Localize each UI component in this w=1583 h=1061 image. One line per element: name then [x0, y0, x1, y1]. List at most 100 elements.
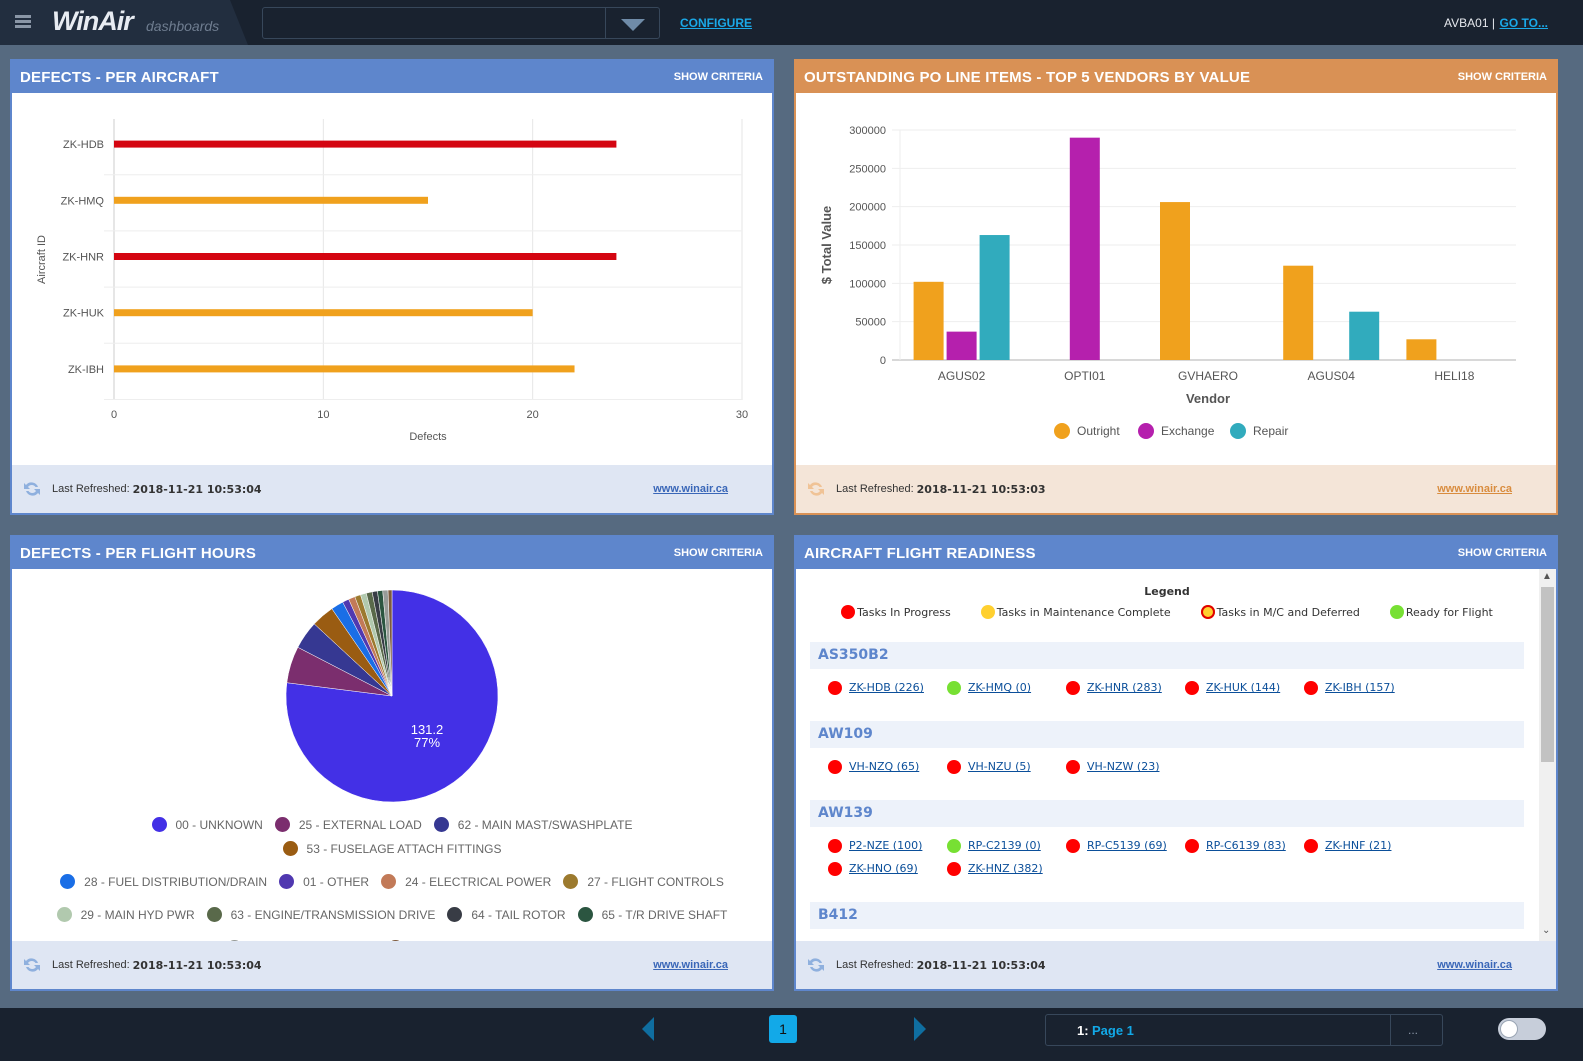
x-axis-label: Defects	[409, 431, 447, 443]
aircraft-link[interactable]: RP-C5139 (69)	[1087, 839, 1167, 852]
winair-link[interactable]: www.winair.ca	[653, 483, 728, 495]
bar-outright	[1160, 202, 1190, 360]
prev-page-icon[interactable]	[642, 1017, 654, 1041]
show-criteria-button[interactable]: SHOW CRITERIA	[674, 547, 763, 559]
legend-marker	[447, 907, 463, 922]
refresh-icon[interactable]	[806, 479, 826, 499]
panel-body: Legend Tasks In Progress Tasks in Mainten…	[796, 569, 1556, 941]
panel-title: AIRCRAFT FLIGHT READINESS	[804, 544, 1036, 562]
aircraft-link[interactable]: ZK-HDB (226)	[849, 681, 924, 694]
refresh-icon[interactable]	[806, 955, 826, 975]
legend-label: Exchange	[1161, 424, 1215, 438]
aircraft-item: VH-NZW (23)	[1066, 755, 1185, 778]
aircraft-link[interactable]: RP-C6139 (83)	[1206, 839, 1286, 852]
vertical-scrollbar[interactable]: ▲ ⌄	[1539, 569, 1556, 941]
legend-label: 63 - ENGINE/TRANSMISSION DRIVE	[230, 907, 436, 922]
pie-percent-label: 77%	[414, 735, 440, 750]
aircraft-item: ZK-HMQ (0)	[947, 676, 1066, 699]
aircraft-link[interactable]: ZK-HNZ (382)	[968, 862, 1043, 875]
last-refreshed-time: 2018-11-21 10:53:04	[916, 958, 1046, 972]
refresh-icon[interactable]	[22, 479, 42, 499]
page-select[interactable]: 1: Page 1 ...	[1045, 1014, 1443, 1046]
select-divider	[605, 8, 606, 38]
x-tick-label: GVHAERO	[1178, 369, 1238, 383]
legend-marker	[1054, 423, 1070, 439]
aircraft-link[interactable]: ZK-HMQ (0)	[968, 681, 1031, 694]
toggle-switch[interactable]	[1498, 1018, 1546, 1040]
legend-item: Tasks In Progress	[841, 605, 951, 619]
aircraft-link[interactable]: P2-NZE (100)	[849, 839, 922, 852]
legend-item[interactable]: 62 - MAIN MAST/SWASHPLATE	[433, 817, 633, 832]
legend-label: 00 - UNKNOWN	[175, 817, 263, 832]
legend-item[interactable]: 28 - FUEL DISTRIBUTION/DRAIN	[60, 874, 267, 889]
winair-link[interactable]: www.winair.ca	[1437, 959, 1512, 971]
last-refreshed-time: 2018-11-21 10:53:04	[132, 482, 262, 496]
aircraft-link[interactable]: ZK-HUK (144)	[1206, 681, 1280, 694]
status-dot-icon	[1200, 605, 1215, 619]
legend-marker	[56, 907, 72, 922]
legend-item[interactable]: 64 - TAIL ROTOR	[447, 907, 566, 922]
aircraft-link[interactable]: VH-NZQ (65)	[849, 760, 919, 773]
bar-exchange	[946, 331, 977, 360]
legend-item[interactable]: 29 - MAIN HYD PWR	[56, 907, 195, 922]
scrollbar-thumb[interactable]	[1541, 587, 1554, 762]
legend-item: Ready for Flight	[1389, 605, 1493, 619]
configure-link[interactable]: CONFIGURE	[680, 16, 752, 30]
aircraft-link[interactable]: RP-C2139 (0)	[968, 839, 1041, 852]
legend-marker	[274, 817, 290, 832]
legend-item[interactable]: 53 - FUSELAGE ATTACH FITTINGS	[282, 841, 501, 856]
toggle-knob[interactable]	[1500, 1020, 1518, 1038]
status-dot-icon	[1066, 680, 1080, 695]
status-dot-icon	[828, 861, 842, 876]
readiness-scroll-area[interactable]: Legend Tasks In Progress Tasks in Mainten…	[796, 569, 1556, 941]
winair-link[interactable]: www.winair.ca	[1437, 483, 1512, 495]
legend-item[interactable]: 00 - UNKNOWN	[151, 817, 263, 832]
legend-item[interactable]: 27 - FLIGHT CONTROLS	[563, 874, 724, 889]
status-dot-icon	[1304, 838, 1318, 853]
aircraft-link[interactable]: ZK-HNF (21)	[1325, 839, 1391, 852]
chevron-down-icon[interactable]	[621, 19, 645, 31]
scroll-down-icon[interactable]: ⌄	[1542, 925, 1550, 936]
y-tick-label: 0	[880, 355, 886, 367]
legend-item[interactable]: 63 - ENGINE/TRANSMISSION DRIVE	[206, 907, 436, 922]
legend-label: 62 - MAIN MAST/SWASHPLATE	[457, 817, 633, 832]
aircraft-item: P2-NZE (100)	[828, 834, 947, 857]
x-tick-label: AGUS02	[938, 369, 986, 383]
aircraft-item: VH-NZU (5)	[947, 755, 1066, 778]
page-button[interactable]: 1	[769, 1015, 797, 1043]
refresh-icon[interactable]	[22, 955, 42, 975]
aircraft-link[interactable]: ZK-HNO (69)	[849, 862, 918, 875]
winair-link[interactable]: www.winair.ca	[653, 959, 728, 971]
panel-header: DEFECTS - PER FLIGHT HOURS SHOW CRITERIA	[12, 537, 772, 569]
y-tick-label: 100000	[849, 278, 886, 290]
legend-label: Ready for Flight	[1405, 605, 1493, 619]
status-dot-icon	[1185, 680, 1199, 695]
logo-subtitle: dashboards	[146, 18, 220, 34]
dashboard-select[interactable]	[262, 7, 660, 39]
readiness-content: Legend Tasks In Progress Tasks in Mainten…	[810, 569, 1524, 941]
legend-item[interactable]: 25 - EXTERNAL LOAD	[274, 817, 422, 832]
scroll-up-icon[interactable]: ▲	[1542, 571, 1552, 582]
goto-link[interactable]: GO TO...	[1500, 16, 1548, 30]
legend-item[interactable]: 65 - T/R DRIVE SHAFT	[577, 907, 727, 922]
aircraft-item: RP-C2139 (0)	[947, 834, 1066, 857]
next-page-icon[interactable]	[914, 1017, 926, 1041]
show-criteria-button[interactable]: SHOW CRITERIA	[1458, 547, 1547, 559]
aircraft-link[interactable]: ZK-HNR (283)	[1087, 681, 1162, 694]
menu-icon[interactable]	[15, 15, 31, 29]
show-criteria-button[interactable]: SHOW CRITERIA	[1458, 71, 1547, 83]
legend-item[interactable]: 01 - OTHER	[279, 874, 369, 889]
aircraft-link[interactable]: VH-NZU (5)	[968, 760, 1031, 773]
x-tick-label: 0	[111, 409, 117, 421]
panel-footer: Last Refreshed: 2018-11-21 10:53:04 www.…	[12, 941, 772, 989]
legend-item[interactable]: 24 - ELECTRICAL POWER	[381, 874, 551, 889]
panel-body: 131.2 77% 00 - UNKNOWN 25 - EXTERNAL LOAD 6…	[12, 569, 772, 955]
page-more-button[interactable]: ...	[1408, 1023, 1418, 1037]
legend-label: Tasks In Progress	[857, 605, 951, 619]
status-dot-icon	[1066, 838, 1080, 853]
show-criteria-button[interactable]: SHOW CRITERIA	[674, 71, 763, 83]
aircraft-link[interactable]: VH-NZW (23)	[1087, 760, 1159, 773]
status-dot-icon	[947, 680, 961, 695]
aircraft-item: ZK-HNO (69)	[828, 857, 947, 880]
aircraft-link[interactable]: ZK-IBH (157)	[1325, 681, 1395, 694]
